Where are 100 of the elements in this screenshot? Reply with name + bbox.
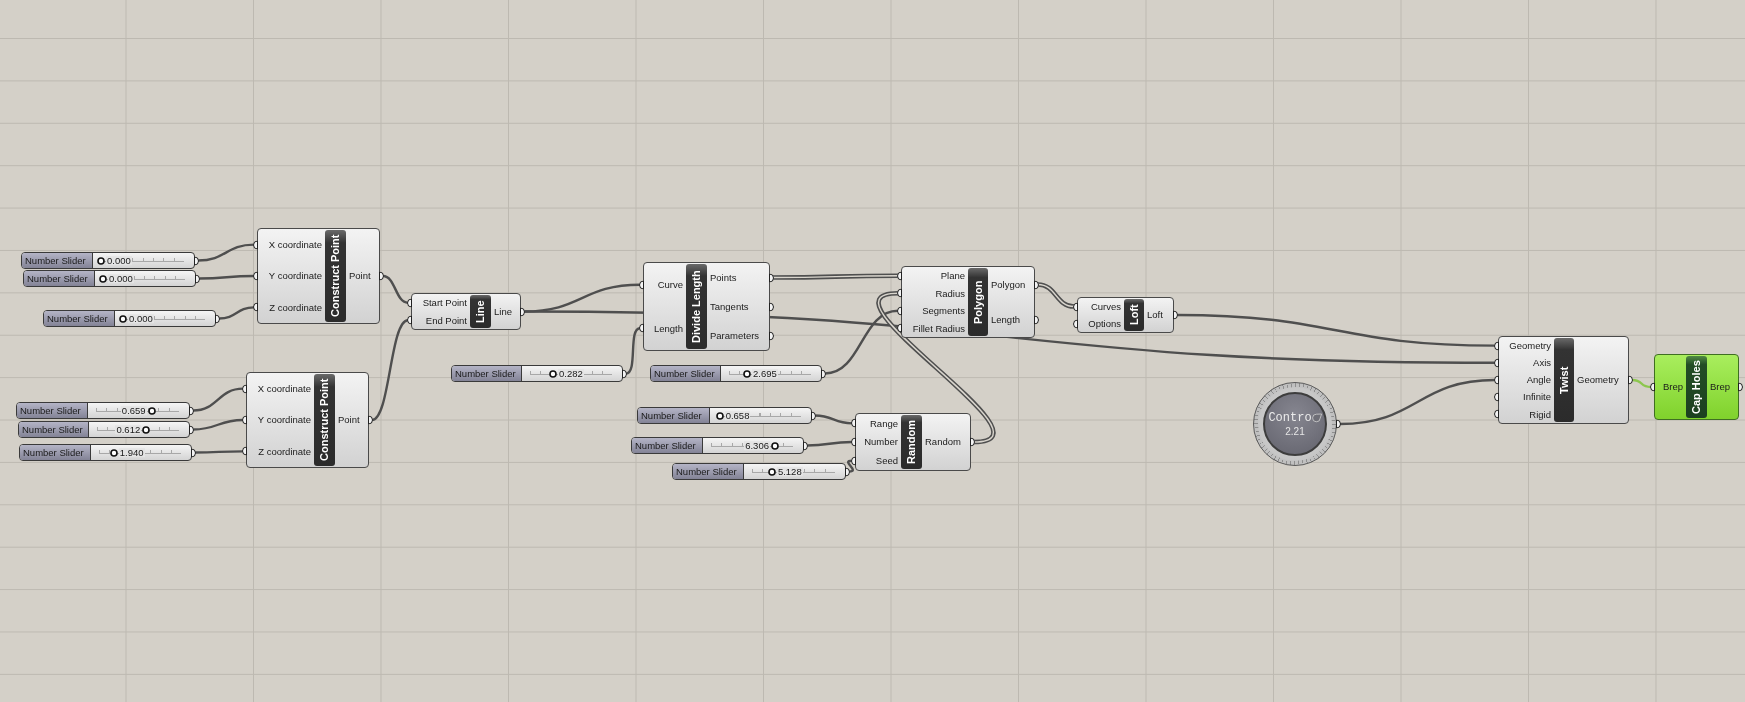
output-label: Parameters xyxy=(710,330,760,341)
slider-label: Number Slider xyxy=(632,438,703,453)
slider-track[interactable]: 0.612 xyxy=(97,422,179,437)
port-icon[interactable] xyxy=(242,384,247,394)
input-label: Curve xyxy=(657,280,683,290)
port-icon[interactable] xyxy=(1738,382,1743,392)
input-label: Radius xyxy=(935,288,965,298)
slider-label: Number Slider xyxy=(19,422,89,437)
input-label: End Point xyxy=(425,315,467,325)
slider-knob[interactable] xyxy=(715,411,724,420)
slider-track[interactable]: 1.940 xyxy=(99,445,181,460)
port-icon[interactable] xyxy=(191,448,196,457)
wire xyxy=(382,274,409,304)
port-icon[interactable] xyxy=(520,307,525,316)
component-title: Cap Holes xyxy=(1686,356,1707,418)
port-icon[interactable] xyxy=(970,437,975,447)
wire xyxy=(195,450,243,454)
slider-track[interactable]: 2.695 xyxy=(729,366,811,381)
port-icon[interactable] xyxy=(1628,375,1633,385)
slider-label: Number Slider xyxy=(673,464,744,479)
component-title: Random xyxy=(901,415,922,469)
port-icon[interactable] xyxy=(639,280,644,290)
input-label: Z coordinate xyxy=(269,302,322,313)
port-icon[interactable] xyxy=(769,302,774,311)
slider-track[interactable]: 0.659 xyxy=(96,403,179,418)
input-label: Curves xyxy=(1090,301,1121,312)
slider-knob[interactable] xyxy=(743,369,752,378)
slider-value: 0.000 xyxy=(128,313,154,324)
port-icon[interactable] xyxy=(803,441,808,450)
input-label: Geometry xyxy=(1509,340,1551,351)
slider-knob[interactable] xyxy=(97,256,105,265)
wire xyxy=(847,459,854,473)
output-label: Tangents xyxy=(710,301,749,312)
input-label: Plane xyxy=(940,271,965,281)
wire xyxy=(199,274,254,280)
speech-bubble-icon xyxy=(1311,412,1322,423)
port-icon[interactable] xyxy=(1650,382,1655,392)
slider-value: 1.940 xyxy=(118,447,145,458)
output-label: Line xyxy=(494,306,512,317)
input-label: Length xyxy=(653,323,683,333)
port-icon[interactable] xyxy=(368,415,373,425)
slider-value: 0.612 xyxy=(115,424,142,435)
input-label: Segments xyxy=(922,306,965,316)
port-icon[interactable] xyxy=(242,446,247,456)
port-icon[interactable] xyxy=(253,271,258,281)
port-icon[interactable] xyxy=(811,411,816,420)
input-label: X coordinate xyxy=(257,383,311,394)
port-icon[interactable] xyxy=(189,406,194,415)
input-label: Axis xyxy=(1533,358,1551,368)
slider-value: 6.306 xyxy=(744,440,770,451)
output-label: Geometry xyxy=(1577,375,1619,385)
input-label: Z coordinate xyxy=(258,446,311,457)
knob-dial[interactable]: Contro 2.21 xyxy=(1263,392,1327,456)
wire xyxy=(192,387,244,412)
port-icon[interactable] xyxy=(215,314,220,323)
port-icon[interactable] xyxy=(769,273,774,282)
port-icon[interactable] xyxy=(253,240,258,250)
slider-label: Number Slider xyxy=(44,311,115,326)
slider-label: Number Slider xyxy=(452,366,522,381)
input-label: Fillet Radius xyxy=(912,323,965,333)
port-icon[interactable] xyxy=(1173,310,1178,320)
port-icon[interactable] xyxy=(622,369,627,378)
slider-value: 2.695 xyxy=(752,368,778,379)
slider-knob[interactable] xyxy=(770,441,779,450)
slider-value: 0.659 xyxy=(120,405,147,416)
slider-knob[interactable] xyxy=(142,425,151,434)
output-label: Polygon xyxy=(991,279,1026,290)
port-icon[interactable] xyxy=(769,331,774,340)
slider-label: Number Slider xyxy=(17,403,88,418)
slider-value: 5.128 xyxy=(776,466,803,477)
slider-knob[interactable] xyxy=(119,314,127,323)
input-label: Options xyxy=(1088,318,1121,329)
port-icon[interactable] xyxy=(639,323,644,333)
slider-track[interactable]: 5.128 xyxy=(752,464,835,479)
wire xyxy=(807,440,852,447)
output-label: Point xyxy=(349,271,371,281)
slider-knob[interactable] xyxy=(147,406,156,415)
input-label: X coordinate xyxy=(268,239,322,250)
slider-knob[interactable] xyxy=(109,448,118,457)
slider-label: Number Slider xyxy=(20,445,91,460)
port-icon[interactable] xyxy=(189,425,194,434)
slider-knob[interactable] xyxy=(767,467,776,476)
port-icon[interactable] xyxy=(1336,419,1341,429)
port-icon[interactable] xyxy=(253,302,258,312)
component-title: Twist xyxy=(1554,338,1574,422)
input-label: Infinite xyxy=(1523,392,1551,402)
slider-track[interactable]: 6.306 xyxy=(711,438,793,453)
wire xyxy=(814,414,853,425)
port-icon[interactable] xyxy=(379,271,384,281)
slider-knob[interactable] xyxy=(99,274,107,283)
slider-track[interactable]: 0.658 xyxy=(718,408,801,423)
port-icon[interactable] xyxy=(242,415,247,425)
port-icon[interactable] xyxy=(821,369,826,378)
component-title: Construct Point xyxy=(325,230,346,322)
input-label: Number xyxy=(864,437,898,447)
port-icon[interactable] xyxy=(1034,315,1039,324)
slider-knob[interactable] xyxy=(548,369,557,378)
port-icon[interactable] xyxy=(1034,280,1039,289)
output-label: Brep xyxy=(1710,382,1731,392)
slider-track[interactable]: 0.282 xyxy=(530,366,612,381)
